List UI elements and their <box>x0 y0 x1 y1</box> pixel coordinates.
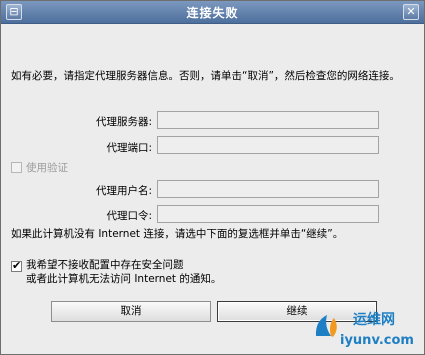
proxy-password-input[interactable] <box>157 205 379 223</box>
cancel-button[interactable]: 取消 <box>51 301 211 322</box>
checkmark-icon: ✔ <box>12 259 22 272</box>
connection-failed-dialog: ⊟ 连接失败 ✕ 如有必要，请指定代理服务器信息。否则，请单击“取消”，然后检查… <box>0 0 425 355</box>
watermark-cn-text: 运维网 <box>353 311 395 328</box>
opt-out-label-line1: 我希望不接收配置中存在安全问题 <box>26 259 184 271</box>
proxy-server-label: 代理服务器: <box>95 116 152 128</box>
proxy-port-input[interactable] <box>157 136 379 154</box>
watermark-leaf-orange-icon <box>330 318 337 337</box>
proxy-username-input[interactable] <box>157 180 379 198</box>
use-auth-checkbox[interactable] <box>11 162 22 173</box>
use-auth-label: 使用验证 <box>26 162 68 174</box>
proxy-password-label: 代理口令: <box>106 210 152 222</box>
no-internet-text: 如果此计算机没有 Internet 连接，请选中下面的复选框并单击“继续”。 <box>11 228 344 240</box>
watermark-leaf-blue-icon <box>315 315 331 336</box>
title-bar: ⊟ 连接失败 ✕ <box>1 1 424 24</box>
dialog-title: 连接失败 <box>186 6 239 20</box>
opt-out-label-line2: 或者此计算机无法访问 Internet 的通知。 <box>26 273 222 285</box>
proxy-username-label: 代理用户名: <box>95 185 152 197</box>
intro-text: 如有必要，请指定代理服务器信息。否则，请单击“取消”，然后检查您的网络连接。 <box>11 70 400 82</box>
watermark-domain-text: iyunv.com <box>340 333 414 348</box>
proxy-server-input[interactable] <box>157 111 379 129</box>
close-icon[interactable]: ✕ <box>403 4 419 20</box>
proxy-port-label: 代理端口: <box>106 142 152 154</box>
opt-out-checkbox[interactable]: ✔ <box>11 259 22 272</box>
watermark-logo: 运维网 iyunv.com <box>315 311 414 348</box>
